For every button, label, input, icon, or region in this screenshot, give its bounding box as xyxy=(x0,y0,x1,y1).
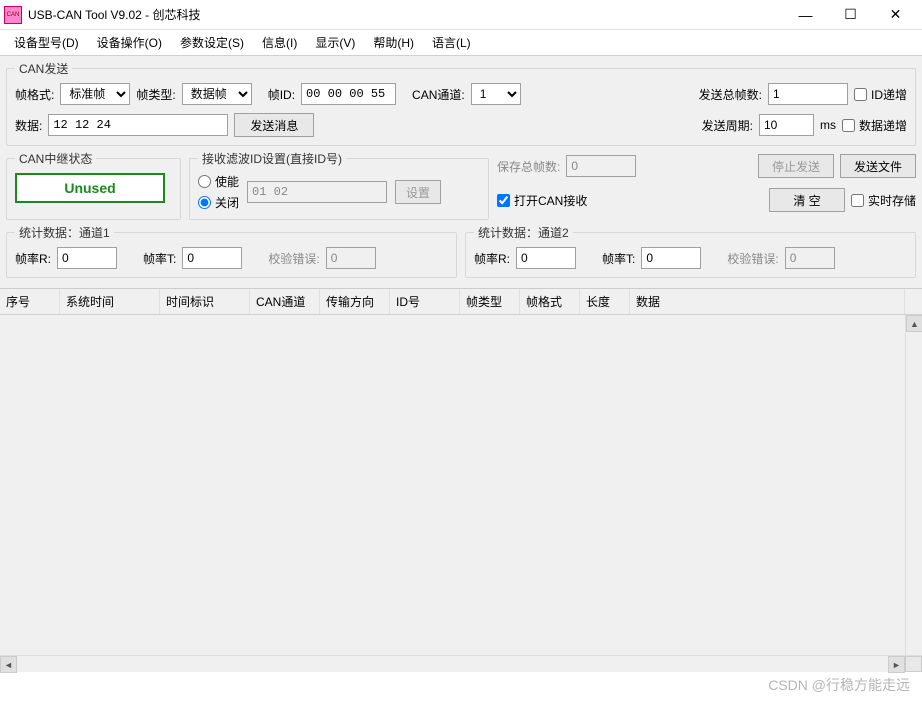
menu-device-model[interactable]: 设备型号(D) xyxy=(6,31,87,54)
scroll-up-icon[interactable]: ▲ xyxy=(906,315,922,332)
send-period-label: 发送周期: xyxy=(702,117,753,134)
ch1-chk-err-input xyxy=(326,247,376,269)
col-data[interactable]: 数据 xyxy=(630,289,905,314)
col-seq[interactable]: 序号 xyxy=(0,289,60,314)
title-bar: CAN USB-CAN Tool V9.02 - 创芯科技 — ☐ ✕ xyxy=(0,0,922,30)
menu-info[interactable]: 信息(I) xyxy=(254,31,305,54)
id-increment-option[interactable]: ID递增 xyxy=(854,86,907,103)
save-total-input xyxy=(566,155,636,177)
col-ffmt[interactable]: 帧格式 xyxy=(520,289,580,314)
send-message-button[interactable]: 发送消息 xyxy=(234,113,314,137)
group-filter: 接收滤波ID设置(直接ID号) 使能 关闭 设置 xyxy=(189,150,489,220)
filter-enable-label: 使能 xyxy=(215,173,239,190)
period-unit: ms xyxy=(820,118,836,132)
stop-send-button[interactable]: 停止发送 xyxy=(758,154,834,178)
can-channel-select[interactable]: 1 xyxy=(471,83,521,105)
realtime-save-checkbox[interactable] xyxy=(851,194,864,207)
data-increment-option[interactable]: 数据递增 xyxy=(842,117,907,134)
id-increment-checkbox[interactable] xyxy=(854,88,867,101)
minimize-button[interactable]: — xyxy=(783,1,828,29)
menu-bar: 设备型号(D) 设备操作(O) 参数设定(S) 信息(I) 显示(V) 帮助(H… xyxy=(0,30,922,56)
ch1-chk-err-label: 校验错误: xyxy=(268,250,319,267)
group-stats-ch2: 统计数据：通道2 帧率R: 帧率T: 校验错误: xyxy=(465,224,916,278)
table-header: 序号 系统时间 时间标识 CAN通道 传输方向 ID号 帧类型 帧格式 长度 数… xyxy=(0,289,922,315)
filter-enable-option[interactable]: 使能 xyxy=(198,173,239,190)
data-increment-label: 数据递增 xyxy=(859,117,907,134)
group-relay-status: CAN中继状态 Unused xyxy=(6,150,181,220)
data-table: 序号 系统时间 时间标识 CAN通道 传输方向 ID号 帧类型 帧格式 长度 数… xyxy=(0,288,922,672)
frame-type-select[interactable]: 数据帧 xyxy=(182,83,252,105)
table-body: ▲ xyxy=(0,315,922,655)
legend-can-send: CAN发送 xyxy=(15,60,72,77)
filter-disable-radio[interactable] xyxy=(198,196,211,209)
maximize-button[interactable]: ☐ xyxy=(828,1,873,29)
col-systime[interactable]: 系统时间 xyxy=(60,289,160,314)
filter-ids-input[interactable] xyxy=(247,181,387,203)
ch2-chk-err-input xyxy=(785,247,835,269)
legend-stats1: 统计数据：通道1 xyxy=(15,224,114,241)
ch2-rate-r-label: 帧率R: xyxy=(474,250,510,267)
ch1-rate-t-input xyxy=(182,247,242,269)
filter-set-button[interactable]: 设置 xyxy=(395,180,441,204)
ch2-rate-t-label: 帧率T: xyxy=(602,250,635,267)
relay-status-box: Unused xyxy=(15,173,165,203)
col-ftype[interactable]: 帧类型 xyxy=(460,289,520,314)
open-can-recv-option[interactable]: 打开CAN接收 xyxy=(497,192,587,209)
window-title: USB-CAN Tool V9.02 - 创芯科技 xyxy=(28,6,783,23)
watermark: CSDN @行稳方能走远 xyxy=(768,675,910,695)
ch1-rate-r-label: 帧率R: xyxy=(15,250,51,267)
horizontal-scrollbar[interactable]: ◄ ► xyxy=(0,655,922,672)
filter-disable-option[interactable]: 关闭 xyxy=(198,194,239,211)
id-increment-label: ID递增 xyxy=(871,86,907,103)
send-total-label: 发送总帧数: xyxy=(699,86,762,103)
data-input[interactable] xyxy=(48,114,228,136)
send-file-button[interactable]: 发送文件 xyxy=(840,154,916,178)
ch2-rate-t-input xyxy=(641,247,701,269)
open-can-recv-label: 打开CAN接收 xyxy=(514,192,587,209)
realtime-save-option[interactable]: 实时存储 xyxy=(851,192,916,209)
menu-device-op[interactable]: 设备操作(O) xyxy=(89,31,170,54)
open-can-recv-checkbox[interactable] xyxy=(497,194,510,207)
data-label: 数据: xyxy=(15,117,42,134)
menu-help[interactable]: 帮助(H) xyxy=(365,31,422,54)
frame-format-select[interactable]: 标准帧 xyxy=(60,83,130,105)
col-timemark[interactable]: 时间标识 xyxy=(160,289,250,314)
menu-param[interactable]: 参数设定(S) xyxy=(172,31,252,54)
realtime-save-label: 实时存储 xyxy=(868,192,916,209)
group-stats-ch1: 统计数据：通道1 帧率R: 帧率T: 校验错误: xyxy=(6,224,457,278)
menu-display[interactable]: 显示(V) xyxy=(307,31,363,54)
col-len[interactable]: 长度 xyxy=(580,289,630,314)
group-can-send: CAN发送 帧格式: 标准帧 帧类型: 数据帧 帧ID: CAN通道: 1 发送… xyxy=(6,60,916,146)
legend-filter: 接收滤波ID设置(直接ID号) xyxy=(198,150,346,167)
data-increment-checkbox[interactable] xyxy=(842,119,855,132)
scroll-left-icon[interactable]: ◄ xyxy=(0,656,17,673)
close-button[interactable]: ✕ xyxy=(873,1,918,29)
frame-id-input[interactable] xyxy=(301,83,396,105)
ch1-rate-t-label: 帧率T: xyxy=(143,250,176,267)
filter-enable-radio[interactable] xyxy=(198,175,211,188)
send-period-input[interactable] xyxy=(759,114,814,136)
filter-disable-label: 关闭 xyxy=(215,194,239,211)
col-id[interactable]: ID号 xyxy=(390,289,460,314)
send-total-input[interactable] xyxy=(768,83,848,105)
scroll-h-track[interactable] xyxy=(17,656,888,672)
clear-button[interactable]: 清 空 xyxy=(769,188,845,212)
scroll-right-icon[interactable]: ► xyxy=(888,656,905,673)
frame-id-label: 帧ID: xyxy=(268,86,295,103)
can-channel-label: CAN通道: xyxy=(412,86,465,103)
menu-lang[interactable]: 语言(L) xyxy=(424,31,479,54)
frame-type-label: 帧类型: xyxy=(136,86,175,103)
frame-format-label: 帧格式: xyxy=(15,86,54,103)
ch1-rate-r-input xyxy=(57,247,117,269)
legend-stats2: 统计数据：通道2 xyxy=(474,224,573,241)
legend-relay: CAN中继状态 xyxy=(15,150,96,167)
vertical-scrollbar[interactable]: ▲ xyxy=(905,315,922,655)
app-icon: CAN xyxy=(4,6,22,24)
save-total-label: 保存总帧数: xyxy=(497,158,560,175)
col-dir[interactable]: 传输方向 xyxy=(320,289,390,314)
ch2-chk-err-label: 校验错误: xyxy=(727,250,778,267)
ch2-rate-r-input xyxy=(516,247,576,269)
col-channel[interactable]: CAN通道 xyxy=(250,289,320,314)
